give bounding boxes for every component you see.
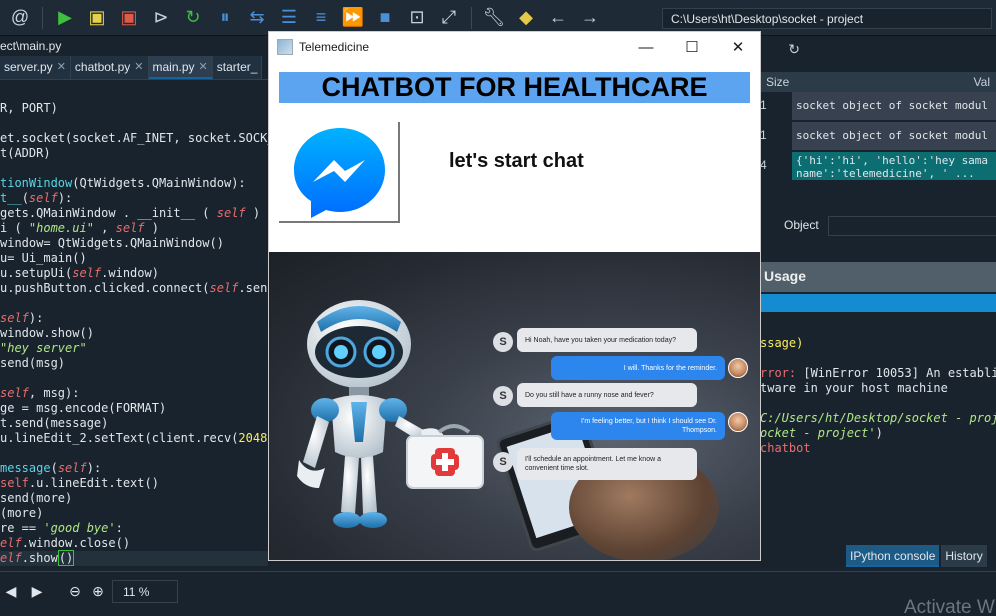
robot-icon — [297, 300, 484, 528]
working-directory-field[interactable]: C:\Users\ht\Desktop\socket - project — [662, 8, 992, 29]
forward-arrow-icon[interactable]: → — [576, 4, 604, 32]
run-selection-icon[interactable]: ⊳ — [147, 4, 175, 32]
column-value[interactable]: Val — [968, 72, 996, 92]
variable-size: 4 — [760, 158, 767, 172]
usage-strip — [760, 294, 996, 312]
rerun-icon[interactable]: ↻ — [179, 4, 207, 32]
variable-size: 1 — [760, 98, 767, 112]
variable-explorer-header: Size Val — [760, 72, 996, 92]
chat-message: I will. Thanks for the reminder. — [551, 356, 725, 380]
minimize-icon[interactable]: — — [623, 32, 669, 62]
tab-label: chatbot.py — [74, 60, 131, 74]
refresh-icon[interactable]: ↻ — [788, 41, 800, 58]
variable-row[interactable]: 4 {'hi':'hi', 'hello':'hey sama name':'t… — [760, 152, 996, 180]
right-panels: ↻ Size Val 1 socket object of socket mod… — [760, 36, 996, 571]
variable-row[interactable]: 1 socket object of socket modul — [760, 92, 996, 120]
tab-ipython-console[interactable]: IPython console — [846, 545, 940, 567]
step-into-icon[interactable]: ☰ — [275, 4, 303, 32]
run-cell-icon[interactable]: ▣ — [83, 4, 111, 32]
close-icon[interactable]: ✕ — [57, 60, 66, 79]
tab-server-py[interactable]: server.py ✕ — [0, 56, 71, 79]
variable-value: socket object of socket modul — [792, 92, 996, 120]
help-object-bar: Object — [760, 212, 996, 238]
back-arrow-icon[interactable]: ← — [544, 4, 572, 32]
chat-message: I'm feeling better, but I think I should… — [551, 412, 725, 440]
variable-row[interactable]: 1 socket object of socket modul — [760, 122, 996, 150]
bot-badge: S — [493, 452, 513, 472]
fullscreen-icon[interactable]: ⤢ — [435, 4, 463, 32]
zoom-out-icon[interactable]: ⊖ — [66, 582, 84, 600]
messenger-button[interactable] — [279, 122, 400, 223]
panel-header: ↻ — [760, 36, 996, 62]
maximize-icon[interactable]: ☐ — [669, 32, 715, 62]
chat-message: Do you still have a runny nose and fever… — [517, 383, 697, 407]
toolbar-separator — [471, 6, 472, 29]
activate-windows-watermark: Activate Wi — [904, 597, 996, 616]
debug-icon[interactable]: ⏸ — [211, 4, 239, 32]
tab-label: main.py — [152, 60, 195, 74]
close-icon[interactable]: ✕ — [199, 60, 208, 77]
forward-icon[interactable]: ▶ — [28, 582, 46, 600]
run-icon[interactable]: ▶ — [51, 4, 79, 32]
tab-chatbot-py[interactable]: chatbot.py ✕ — [70, 56, 149, 79]
status-bar: ◀ ▶ ⊖ ⊕ 11 % — [0, 571, 996, 616]
step-return-icon[interactable]: ≡ — [307, 4, 335, 32]
editor-file-path: ect\main.py — [0, 39, 62, 53]
object-input[interactable] — [828, 216, 996, 236]
ipython-console-output[interactable]: ssage) rror: [WinError 10053] An establi… — [760, 336, 996, 456]
zoom-in-icon[interactable]: ⊕ — [89, 582, 107, 600]
chat-message: Hi Noah, have you taken your medication … — [517, 328, 697, 352]
tab-starter[interactable]: starter_ — [212, 56, 263, 79]
start-chat-label: let's start chat — [449, 150, 584, 172]
continue-icon[interactable]: ⏩ — [339, 4, 367, 32]
code-editor-pane: ect\main.py server.py ✕ chatbot.py ✕ main.… — [0, 36, 282, 571]
tab-label: server.py — [4, 60, 53, 74]
tab-label: starter_ — [216, 60, 258, 74]
stop-icon[interactable]: ■ — [371, 4, 399, 32]
messenger-icon — [294, 128, 385, 218]
user-avatar — [728, 358, 748, 378]
close-icon[interactable]: ✕ — [134, 60, 143, 79]
editor-tabs: server.py ✕ chatbot.py ✕ main.py ✕ starter_ — [0, 56, 268, 80]
maximize-pane-icon[interactable]: ⊡ — [403, 4, 431, 32]
code-area[interactable]: R, PORT) et.socket(socket.AF_INET, socke… — [0, 80, 282, 596]
usage-heading: Usage — [760, 262, 996, 292]
window-title: Telemedicine — [299, 40, 370, 54]
step-icon[interactable]: ⇆ — [243, 4, 271, 32]
zoom-level[interactable]: 11 % — [112, 580, 178, 603]
desktop: @ ▶ ▣ ▣ ⊳ ↻ ⏸ ⇆ ☰ ≡ ⏩ ■ ⊡ ⤢ 🔧︎ ◆ ← → C:\… — [0, 0, 996, 616]
variable-value: {'hi':'hi', 'hello':'hey sama name':'tel… — [792, 152, 996, 180]
chat-message: I'll schedule an appointment. Let me kno… — [517, 448, 697, 480]
variable-size: 1 — [760, 128, 767, 142]
at-icon[interactable]: @ — [6, 4, 34, 32]
toolbar-separator — [42, 6, 43, 29]
bot-badge: S — [493, 332, 513, 352]
wrench-icon[interactable]: 🔧︎ — [480, 4, 508, 32]
python-icon[interactable]: ◆ — [512, 4, 540, 32]
column-size[interactable]: Size — [760, 72, 795, 92]
back-icon[interactable]: ◀ — [2, 582, 20, 600]
telemedicine-window: Telemedicine — ☐ ✕ CHATBOT FOR HEALTHCAR… — [268, 31, 761, 561]
tab-history[interactable]: History — [941, 545, 987, 567]
bot-badge: S — [493, 386, 513, 406]
close-icon[interactable]: ✕ — [715, 32, 761, 62]
chatbot-banner: CHATBOT FOR HEALTHCARE — [279, 72, 750, 103]
app-icon — [277, 39, 293, 55]
variable-value: socket object of socket modul — [792, 122, 996, 150]
chatbot-illustration: S Hi Noah, have you taken your medicatio… — [269, 252, 760, 560]
window-titlebar[interactable]: Telemedicine — ☐ ✕ — [269, 32, 760, 62]
user-avatar — [728, 412, 748, 432]
tab-main-py[interactable]: main.py ✕ — [148, 56, 213, 79]
object-label: Object — [784, 218, 819, 232]
console-tabs: IPython console History — [846, 545, 987, 567]
run-cell-advance-icon[interactable]: ▣ — [115, 4, 143, 32]
